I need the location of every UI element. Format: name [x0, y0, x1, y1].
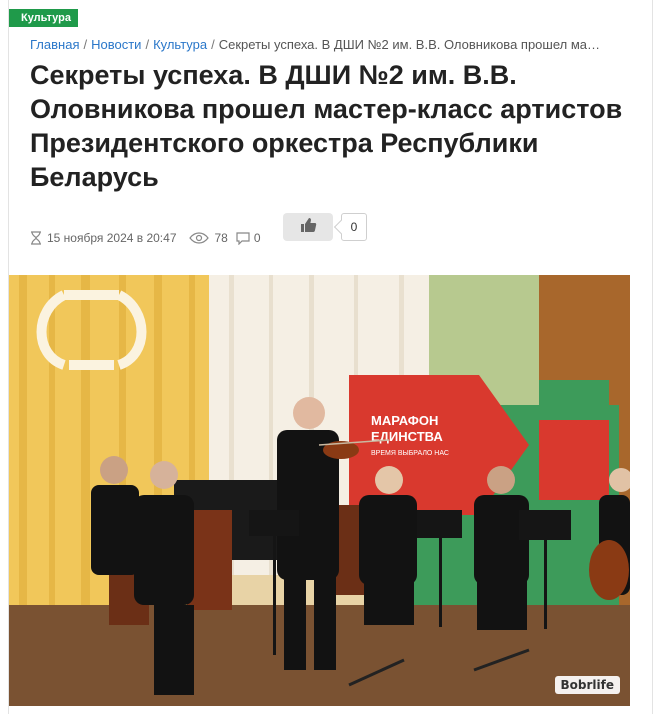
article-card: Культура Главная / Новости / Культура / Секрет…	[8, 0, 653, 714]
hourglass-icon	[30, 231, 42, 245]
comment-icon	[236, 231, 250, 245]
comments-meta[interactable]: 0	[236, 231, 261, 245]
photo-watermark: Bobrlife	[554, 676, 620, 694]
breadcrumb: Главная / Новости / Культура / Секреты успеха.…	[30, 36, 640, 54]
breadcrumb-current: Секреты успеха. В ДШИ №2 им. В.В. Оловни…	[218, 37, 600, 52]
breadcrumb-news-link[interactable]: Новости	[91, 37, 141, 52]
breadcrumb-separator: /	[145, 37, 150, 52]
category-badge[interactable]: Культура	[9, 9, 78, 27]
article-meta: 15 ноября 2024 в 20:47 78 0	[30, 228, 261, 248]
like-count: 0	[341, 213, 367, 241]
banner-line3: ВРЕМЯ ВЫБРАЛО НАС	[371, 450, 449, 457]
publish-date: 15 ноября 2024 в 20:47	[47, 231, 177, 245]
breadcrumb-culture-link[interactable]: Культура	[153, 37, 207, 52]
banner-line1: МАРАФОН	[371, 413, 438, 428]
eye-icon	[188, 232, 209, 244]
views-meta: 78	[188, 231, 228, 245]
breadcrumb-home-link[interactable]: Главная	[30, 37, 79, 52]
comments-count: 0	[253, 231, 261, 245]
banner-line2: ЕДИНСТВА	[371, 429, 443, 444]
page-title: Секреты успеха. В ДШИ №2 им. В.В. Оловни…	[30, 60, 623, 192]
date-meta: 15 ноября 2024 в 20:47	[30, 231, 177, 245]
thumbs-up-icon	[300, 217, 317, 238]
like-button[interactable]	[283, 213, 333, 241]
breadcrumb-separator: /	[211, 37, 215, 52]
breadcrumb-separator: /	[83, 37, 88, 52]
article-photo[interactable]: МАРАФОН ЕДИНСТВА ВРЕМЯ ВЫБРАЛО НАС Bobrl…	[9, 275, 630, 706]
views-count: 78	[214, 231, 228, 245]
